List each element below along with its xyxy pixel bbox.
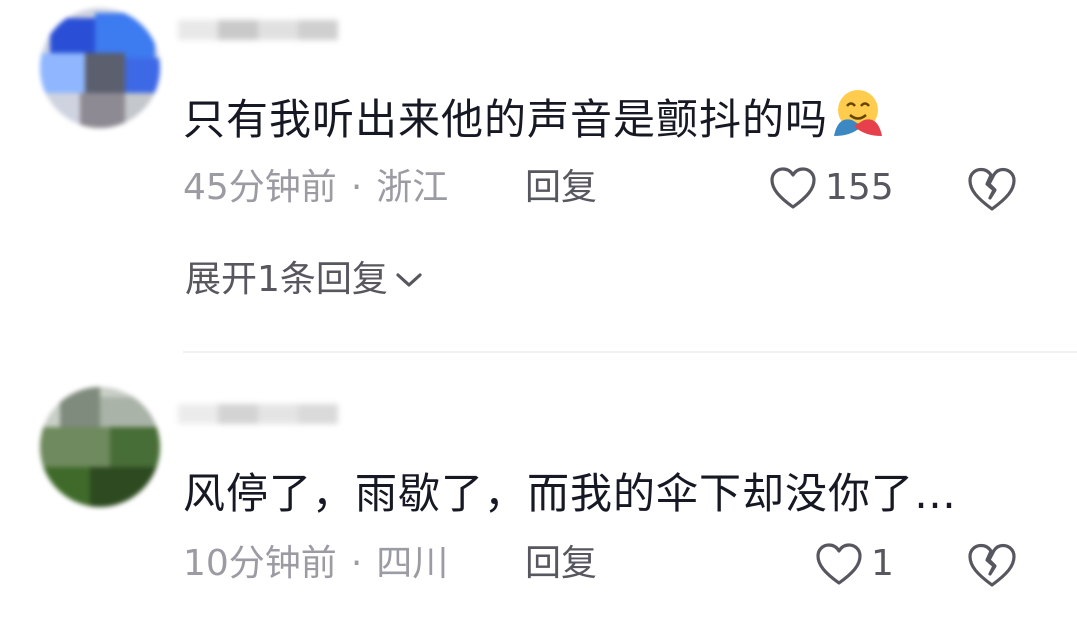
- comment-meta: 10分钟前 · 四川: [183, 542, 448, 586]
- meta-separator: ·: [350, 167, 363, 208]
- broken-heart-icon: [968, 543, 1016, 587]
- comment-item: 只有我听出来他的声音是颤抖的吗 45分钟前 · 浙江 回复 155 展开1条回复: [0, 0, 1077, 352]
- meta-separator: ·: [350, 543, 363, 584]
- dislike-button[interactable]: [966, 166, 1018, 216]
- username-blurred[interactable]: [178, 14, 343, 48]
- reply-button[interactable]: 回复: [525, 166, 597, 210]
- heart-outline-icon: [770, 167, 816, 209]
- heart-outline-icon: [816, 543, 862, 585]
- like-count: 1: [871, 543, 894, 584]
- comment-item: 风停了，雨歇了，而我的伞下却没你了… 10分钟前 · 四川 回复 1: [0, 352, 1077, 620]
- hug-emoji-icon: [830, 86, 886, 154]
- comment-text: 风停了，雨歇了，而我的伞下却没你了…: [183, 469, 958, 518]
- like-count: 155: [825, 167, 894, 208]
- avatar[interactable]: [40, 8, 160, 128]
- comment-meta: 45分钟前 · 浙江: [183, 166, 448, 210]
- expand-replies-label: 展开1条回复: [185, 259, 388, 300]
- like-button[interactable]: 155: [769, 166, 894, 210]
- comment-time: 10分钟前: [183, 543, 337, 584]
- reply-button[interactable]: 回复: [525, 542, 597, 586]
- broken-heart-icon: [968, 167, 1016, 211]
- avatar[interactable]: [40, 387, 160, 507]
- username-blurred[interactable]: [178, 398, 343, 432]
- comment-text: 只有我听出来他的声音是颤抖的吗: [183, 86, 886, 154]
- expand-replies-button[interactable]: 展开1条回复: [185, 258, 424, 302]
- comment-location: 浙江: [376, 167, 449, 208]
- comment-location: 四川: [376, 543, 449, 584]
- comment-time: 45分钟前: [183, 167, 337, 208]
- dislike-button[interactable]: [966, 542, 1018, 592]
- chevron-down-icon: [396, 273, 422, 287]
- like-button[interactable]: 1: [815, 542, 894, 586]
